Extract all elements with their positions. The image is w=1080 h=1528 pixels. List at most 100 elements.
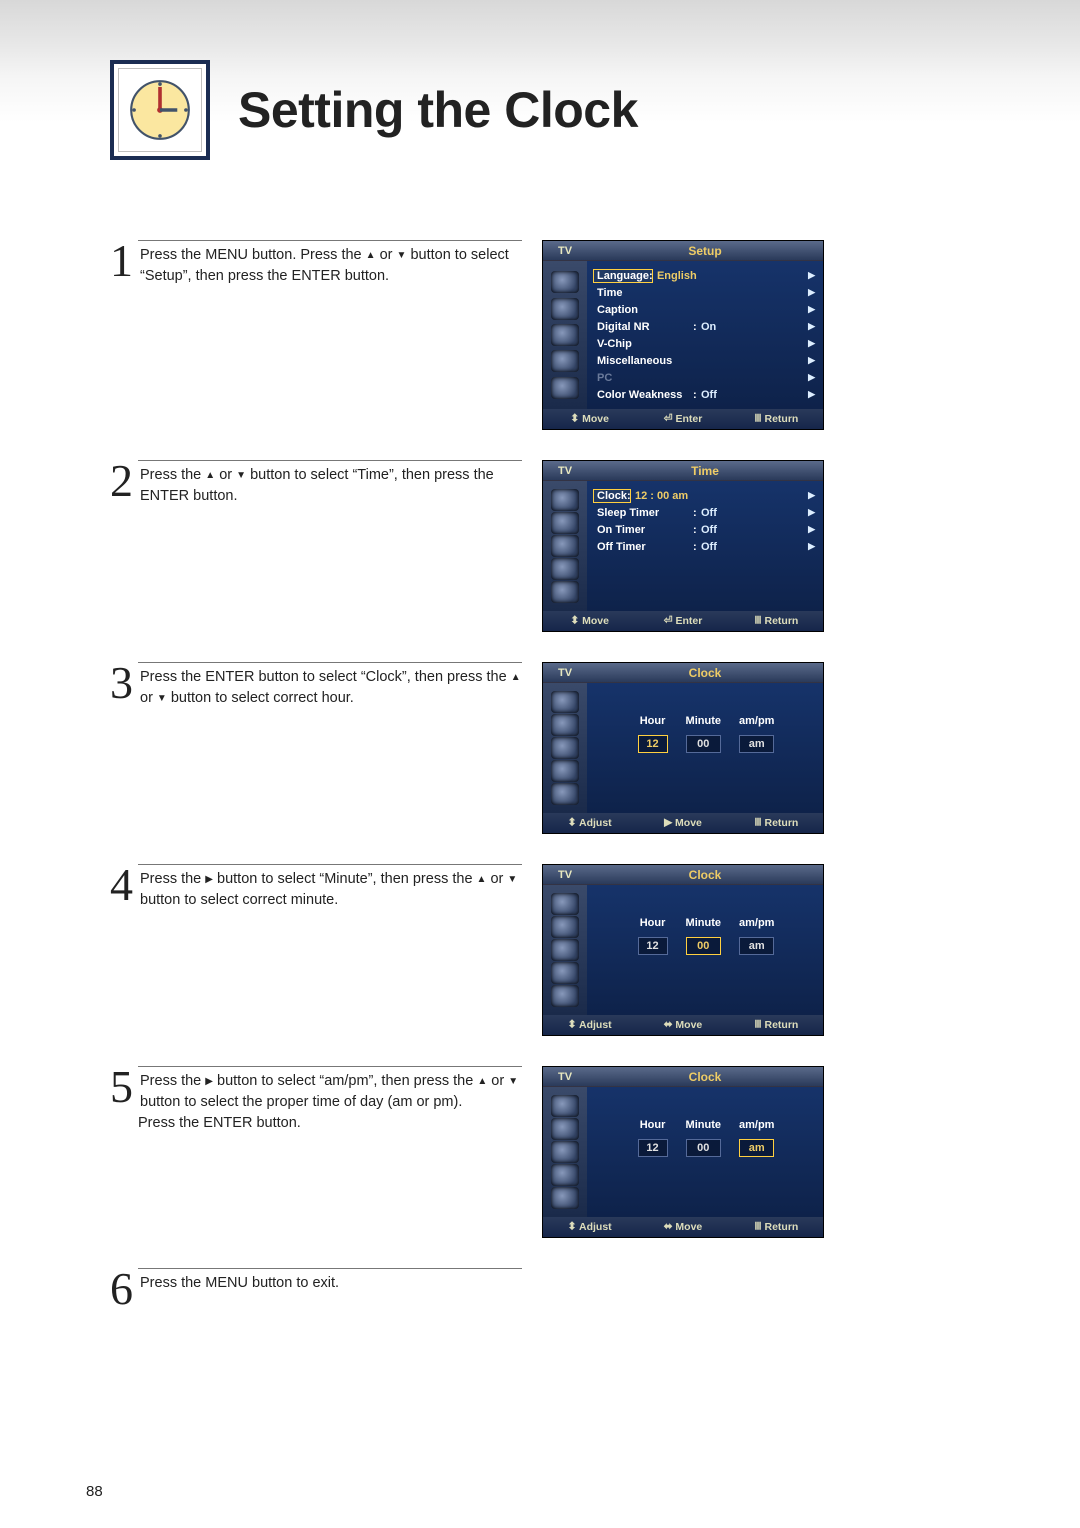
step-number: 2 <box>110 460 132 501</box>
step-number: 6 <box>110 1268 132 1309</box>
section-icon-clock <box>110 60 210 160</box>
osd-cat-icon <box>551 916 579 938</box>
step-text: Press the ▶ button to select “am/pm”, th… <box>138 1066 522 1134</box>
menu-item[interactable]: Miscellaneous▶ <box>597 352 815 369</box>
osd-title: Clock <box>587 663 823 682</box>
clock-minute-value[interactable]: 00 <box>686 735 721 753</box>
osd-time-menu: TV Time Clock:12 : 00 am▶Sleep Timer:Off… <box>542 460 824 632</box>
osd-clock-menu: TV Clock Hour 12 Minute 00 <box>542 662 824 834</box>
step-number: 3 <box>110 662 132 703</box>
clock-minute-value[interactable]: 00 <box>686 1139 721 1157</box>
page-title: Setting the Clock <box>238 81 638 139</box>
osd-category-icons <box>543 683 587 813</box>
osd-hint-bar: ⬍ Adjust ⬌ Move Ⅲ Return <box>543 1015 823 1035</box>
step-text: Press the MENU button. Press the ▲ or ▼ … <box>138 240 522 287</box>
clock-hour-value[interactable]: 12 <box>638 937 668 955</box>
osd-title: Clock <box>587 865 823 884</box>
osd-mode-label: TV <box>543 663 587 682</box>
osd-category-icons <box>543 1087 587 1217</box>
osd-title: Setup <box>587 241 823 260</box>
menu-item[interactable]: On Timer:Off▶ <box>597 521 815 538</box>
up-icon: ▲ <box>477 874 487 885</box>
clock-minute-label: Minute <box>686 917 721 929</box>
osd-cat-icon <box>551 691 579 713</box>
clock-hour-label: Hour <box>638 1119 668 1131</box>
osd-mode-label: TV <box>543 1067 587 1086</box>
clock-ampm-value[interactable]: am <box>739 735 774 753</box>
osd-title: Time <box>587 461 823 480</box>
clock-ampm-value[interactable]: am <box>739 937 774 955</box>
osd-cat-icon <box>551 377 579 399</box>
menu-item[interactable]: Off Timer:Off▶ <box>597 538 815 555</box>
osd-cat-icon <box>551 558 579 580</box>
osd-cat-icon <box>551 714 579 736</box>
osd-mode-label: TV <box>543 865 587 884</box>
up-icon: ▲ <box>511 672 521 683</box>
osd-cat-icon <box>551 535 579 557</box>
osd-cat-icon <box>551 512 579 534</box>
osd-hint-bar: ⬍ Move ⏎ Enter Ⅲ Return <box>543 611 823 631</box>
down-icon: ▼ <box>507 874 517 885</box>
step-number: 5 <box>110 1066 132 1107</box>
menu-item[interactable]: PC▶ <box>597 369 815 386</box>
menu-item[interactable]: Caption▶ <box>597 301 815 318</box>
clock-ampm-label: am/pm <box>739 917 774 929</box>
menu-item[interactable]: Clock:12 : 00 am▶ <box>597 487 815 504</box>
menu-item[interactable]: Time▶ <box>597 284 815 301</box>
osd-cat-icon <box>551 1118 579 1140</box>
osd-mode-label: TV <box>543 461 587 480</box>
osd-cat-icon <box>551 760 579 782</box>
osd-title: Clock <box>587 1067 823 1086</box>
osd-cat-icon <box>551 324 579 346</box>
osd-cat-icon <box>551 985 579 1007</box>
right-icon: ▶ <box>205 1076 213 1087</box>
osd-category-icons <box>543 481 587 611</box>
clock-hour-value[interactable]: 12 <box>638 735 668 753</box>
up-icon: ▲ <box>366 250 376 261</box>
clock-minute-label: Minute <box>686 1119 721 1131</box>
step-text: Press the MENU button to exit. <box>138 1268 522 1294</box>
osd-hint-bar: ⬍ Adjust ▶ Move Ⅲ Return <box>543 813 823 833</box>
step-number: 4 <box>110 864 132 905</box>
menu-item[interactable]: Color Weakness:Off▶ <box>597 386 815 403</box>
clock-minute-value[interactable]: 00 <box>686 937 721 955</box>
osd-clock-menu: TV Clock Hour 12 Minute 00 <box>542 864 824 1036</box>
osd-cat-icon <box>551 271 579 293</box>
clock-hour-value[interactable]: 12 <box>638 1139 668 1157</box>
step-text: Press the ▲ or ▼ button to select “Time”… <box>138 460 522 507</box>
up-icon: ▲ <box>205 470 215 481</box>
osd-mode-label: TV <box>543 241 587 260</box>
clock-ampm-label: am/pm <box>739 1119 774 1131</box>
osd-cat-icon <box>551 1095 579 1117</box>
osd-hint-bar: ⬍ Move ⏎ Enter Ⅲ Return <box>543 409 823 429</box>
clock-hour-label: Hour <box>638 917 668 929</box>
osd-cat-icon <box>551 298 579 320</box>
right-icon: ▶ <box>205 874 213 885</box>
step-text: Press the ENTER button to select “Clock”… <box>138 662 522 709</box>
osd-cat-icon <box>551 939 579 961</box>
osd-cat-icon <box>551 893 579 915</box>
menu-item[interactable]: Digital NR:On▶ <box>597 318 815 335</box>
osd-setup-menu: TV Setup Language:English▶Time▶Caption▶D… <box>542 240 824 430</box>
clock-hour-label: Hour <box>638 715 668 727</box>
clock-ampm-value[interactable]: am <box>739 1139 774 1157</box>
osd-cat-icon <box>551 962 579 984</box>
osd-hint-bar: ⬍ Adjust ⬌ Move Ⅲ Return <box>543 1217 823 1237</box>
down-icon: ▼ <box>508 1076 518 1087</box>
menu-item[interactable]: V-Chip▶ <box>597 335 815 352</box>
osd-cat-icon <box>551 489 579 511</box>
menu-item[interactable]: Sleep Timer:Off▶ <box>597 504 815 521</box>
osd-cat-icon <box>551 737 579 759</box>
clock-ampm-label: am/pm <box>739 715 774 727</box>
menu-item[interactable]: Language:English▶ <box>597 267 815 284</box>
osd-category-icons <box>543 885 587 1015</box>
step-text: Press the ▶ button to select “Minute”, t… <box>138 864 522 911</box>
down-icon: ▼ <box>397 250 407 261</box>
down-icon: ▼ <box>157 693 167 704</box>
osd-clock-menu: TV Clock Hour 12 Minute 00 <box>542 1066 824 1238</box>
down-icon: ▼ <box>236 470 246 481</box>
osd-cat-icon <box>551 581 579 603</box>
osd-cat-icon <box>551 1187 579 1209</box>
osd-cat-icon <box>551 1164 579 1186</box>
osd-category-icons <box>543 261 587 409</box>
